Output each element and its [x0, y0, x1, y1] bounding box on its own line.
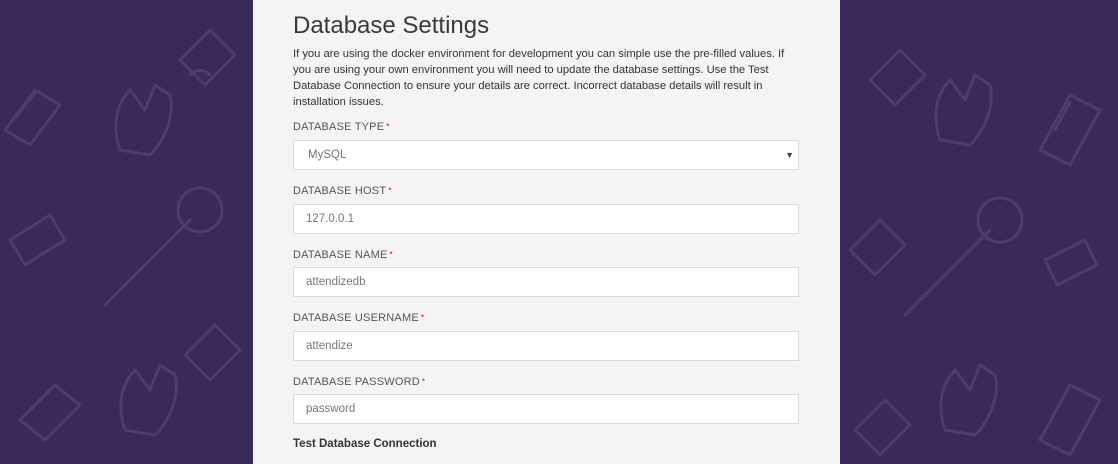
database-password-value: password [306, 403, 356, 415]
ticket-icon [848, 218, 907, 277]
intro-text: If you are using the docker environment … [293, 48, 785, 108]
database-username-value: attendize [306, 340, 353, 352]
database-password-label-text: DATABASE PASSWORD [293, 376, 420, 388]
database-host-value: 127.0.0.1 [306, 213, 354, 225]
ticket-icon [183, 323, 242, 382]
database-host-label: DATABASE HOST • [293, 184, 392, 197]
database-name-label-text: DATABASE NAME [293, 249, 388, 261]
database-host-input[interactable]: 127.0.0.1 [293, 204, 799, 234]
database-settings-panel: Database Settings If you are using the d… [253, 0, 840, 464]
database-host-label-text: DATABASE HOST [293, 185, 387, 197]
ticket-icon [18, 383, 82, 442]
test-connection-heading: Test Database Connection [293, 438, 437, 450]
required-marker: • [389, 248, 393, 258]
database-password-label: DATABASE PASSWORD • [293, 375, 426, 388]
required-marker: • [420, 311, 425, 321]
ticket-icon [853, 398, 912, 457]
ticket-icon [3, 88, 62, 147]
database-name-label: DATABASE NAME • [293, 248, 393, 261]
ticket-icon [1038, 383, 1102, 457]
ticket-icon [1038, 93, 1102, 167]
database-type-select[interactable]: MySQL ▼ [293, 140, 799, 170]
ticket-icon [178, 28, 237, 87]
database-password-input[interactable]: password [293, 394, 799, 424]
database-type-label: DATABASE TYPE • [293, 120, 390, 133]
microphone-icon [903, 196, 1024, 317]
required-marker: • [421, 375, 426, 385]
ticket-icon [8, 213, 67, 267]
required-marker: • [386, 120, 390, 130]
database-type-label-text: DATABASE TYPE [293, 121, 385, 133]
chevron-down-icon: ▼ [785, 150, 794, 160]
microphone-icon [103, 186, 224, 307]
database-type-value: MySQL [308, 149, 347, 161]
page-title: Database Settings [293, 12, 490, 39]
hand-rock-icon [939, 363, 998, 437]
database-username-input[interactable]: attendize [293, 331, 799, 361]
hand-rock-icon [119, 363, 178, 437]
database-name-value: attendizedb [306, 276, 366, 288]
hand-rock-icon [934, 73, 993, 147]
ticket-icon [868, 48, 927, 107]
hand-rock-icon [114, 83, 173, 157]
required-marker: • [388, 184, 392, 194]
database-username-label: DATABASE USERNAME • [293, 311, 425, 324]
database-name-input[interactable]: attendizedb [293, 267, 799, 297]
database-username-label-text: DATABASE USERNAME [293, 312, 419, 324]
ticket-icon [1043, 238, 1099, 287]
